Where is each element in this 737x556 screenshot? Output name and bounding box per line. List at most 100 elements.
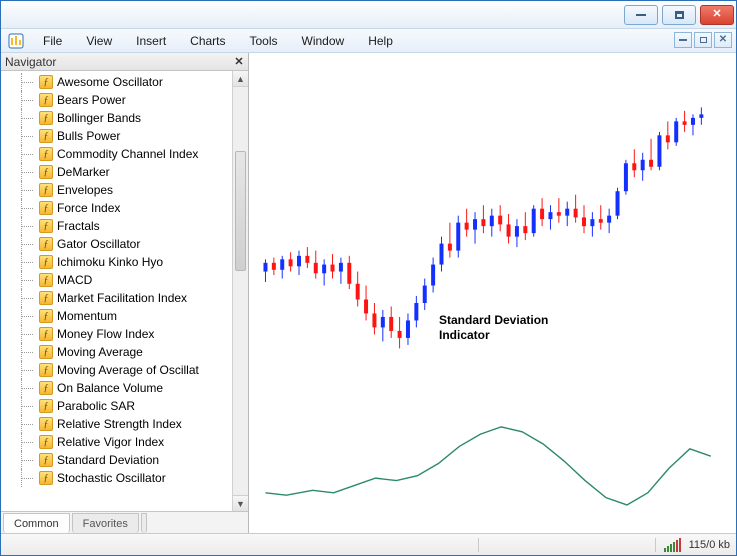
navigator-title: Navigator: [5, 55, 56, 69]
indicator-script-icon: ƒ: [39, 255, 53, 269]
indicator-script-icon: ƒ: [39, 399, 53, 413]
indicator-item[interactable]: ƒ MACD: [1, 271, 232, 289]
indicator-item[interactable]: ƒForce Index: [1, 199, 232, 217]
indicator-item[interactable]: ƒBollinger Bands: [1, 109, 232, 127]
menu-tools[interactable]: Tools: [238, 29, 290, 53]
annotation-line1: Standard Deviation: [439, 313, 548, 328]
connection-status: 115/0 kb: [689, 539, 730, 551]
indicator-item[interactable]: ƒ Momentum: [1, 307, 232, 325]
indicator-label: Moving Average: [57, 345, 143, 359]
navigator-scrollbar[interactable]: ▲ ▼: [232, 71, 248, 511]
chart-area[interactable]: Standard Deviation Indicator: [249, 53, 736, 533]
navigator-tree: ƒAwesome OscillatorƒBears PowerƒBollinge…: [1, 71, 232, 511]
client-area: Navigator ✕ ƒ Awesome Oscillator ƒ Bears Po…: [1, 53, 736, 533]
indicator-script-icon: ƒ: [39, 147, 53, 161]
indicator-item[interactable]: ƒ Ichimoku Kinko Hyo: [1, 253, 232, 271]
window-close-button[interactable]: ✕: [700, 5, 734, 25]
indicator-label: Momentum: [57, 309, 117, 323]
menu-charts[interactable]: Charts: [178, 29, 237, 53]
navigator-close-button[interactable]: ✕: [232, 55, 246, 69]
indicator-script-icon: ƒ: [39, 237, 53, 251]
window-minimize-button[interactable]: [624, 5, 658, 25]
indicator-item[interactable]: ƒEnvelopes: [1, 181, 232, 199]
indicator-script-icon: ƒ: [39, 327, 53, 341]
indicator-script-icon: ƒ: [39, 471, 53, 485]
indicator-label: Commodity Channel Index: [57, 147, 198, 161]
indicator-item[interactable]: ƒ Bulls Power: [1, 127, 232, 145]
menu-help[interactable]: Help: [356, 29, 405, 53]
chart-annotation: Standard Deviation Indicator: [439, 313, 548, 343]
indicator-item[interactable]: ƒ Market Facilitation Index: [1, 289, 232, 307]
indicator-script-icon: ƒ: [39, 75, 53, 89]
menu-window[interactable]: Window: [290, 29, 357, 53]
indicator-script-icon: ƒ: [39, 345, 53, 359]
indicator-item[interactable]: ƒ Relative Vigor Index: [1, 433, 232, 451]
indicator-label: Relative Vigor Index: [57, 435, 164, 449]
menubar: File View Insert Charts Tools Window Hel…: [1, 29, 736, 53]
indicator-script-icon: ƒ: [39, 273, 53, 287]
indicator-label: On Balance Volume: [57, 381, 163, 395]
indicator-label: Bulls Power: [57, 129, 120, 143]
scroll-up-icon[interactable]: ▲: [233, 71, 248, 87]
indicator-item[interactable]: ƒ Parabolic SAR: [1, 397, 232, 415]
mdi-restore-button[interactable]: [694, 32, 712, 48]
statusbar: 115/0 kb: [1, 533, 736, 555]
menu-file[interactable]: File: [31, 29, 74, 53]
indicator-script-icon: ƒ: [39, 219, 53, 233]
chart-canvas: [249, 53, 736, 532]
indicator-script-icon: ƒ: [39, 291, 53, 305]
app-icon: [7, 32, 25, 50]
indicator-script-icon: ƒ: [39, 381, 53, 395]
titlebar: ✕: [1, 1, 736, 29]
indicator-item[interactable]: ƒ On Balance Volume: [1, 379, 232, 397]
indicator-script-icon: ƒ: [39, 183, 53, 197]
annotation-line2: Indicator: [439, 328, 548, 343]
mdi-close-button[interactable]: ✕: [714, 32, 732, 48]
menu-view[interactable]: View: [74, 29, 124, 53]
indicator-item[interactable]: ƒ DeMarker: [1, 163, 232, 181]
indicator-script-icon: ƒ: [39, 165, 53, 179]
navigator-header: Navigator ✕: [1, 53, 248, 71]
indicator-item[interactable]: ƒ Awesome Oscillator: [1, 73, 232, 91]
menu-insert[interactable]: Insert: [124, 29, 178, 53]
indicator-item[interactable]: ƒ Fractals: [1, 217, 232, 235]
indicator-script-icon: ƒ: [39, 435, 53, 449]
indicator-label: DeMarker: [57, 165, 110, 179]
indicator-label: Stochastic Oscillator: [57, 471, 166, 485]
indicator-script-icon: ƒ: [39, 309, 53, 323]
indicator-label: Ichimoku Kinko Hyo: [57, 255, 163, 269]
indicator-label: Fractals: [57, 219, 100, 233]
indicator-label: Bears Power: [57, 93, 126, 107]
indicator-label: Parabolic SAR: [57, 399, 135, 413]
indicator-label: Force Index: [57, 201, 120, 215]
indicator-item[interactable]: ƒ Money Flow Index: [1, 325, 232, 343]
indicator-item[interactable]: ƒ Relative Strength Index: [1, 415, 232, 433]
indicator-label: Bollinger Bands: [57, 111, 141, 125]
navigator-tabs: Common Favorites: [1, 511, 248, 533]
tab-favorites[interactable]: Favorites: [72, 513, 139, 533]
scroll-thumb[interactable]: [235, 151, 246, 271]
tab-stub: [141, 513, 147, 533]
indicator-item[interactable]: ƒ Commodity Channel Index: [1, 145, 232, 163]
indicator-item[interactable]: ƒMoving Average of Oscillat: [1, 361, 232, 379]
indicator-item[interactable]: ƒ Moving Average: [1, 343, 232, 361]
indicator-script-icon: ƒ: [39, 93, 53, 107]
indicator-item[interactable]: ƒ Stochastic Oscillator: [1, 469, 232, 487]
tab-common[interactable]: Common: [3, 513, 70, 533]
indicator-label: Market Facilitation Index: [57, 291, 187, 305]
indicator-label: Relative Strength Index: [57, 417, 182, 431]
indicator-script-icon: ƒ: [39, 453, 53, 467]
navigator-panel: Navigator ✕ ƒ Awesome Oscillator ƒ Bears Po…: [1, 53, 249, 533]
scroll-down-icon[interactable]: ▼: [233, 495, 248, 511]
window-maximize-button[interactable]: [662, 5, 696, 25]
indicator-label: MACD: [57, 273, 92, 287]
indicator-label: Standard Deviation: [57, 453, 159, 467]
indicator-item[interactable]: ƒGator Oscillator: [1, 235, 232, 253]
mdi-minimize-button[interactable]: [674, 32, 692, 48]
indicator-script-icon: ƒ: [39, 417, 53, 431]
indicator-label: Money Flow Index: [57, 327, 154, 341]
indicator-item[interactable]: ƒ Standard Deviation: [1, 451, 232, 469]
indicator-label: Awesome Oscillator: [57, 75, 163, 89]
indicator-script-icon: ƒ: [39, 129, 53, 143]
indicator-item[interactable]: ƒ Bears Power: [1, 91, 232, 109]
